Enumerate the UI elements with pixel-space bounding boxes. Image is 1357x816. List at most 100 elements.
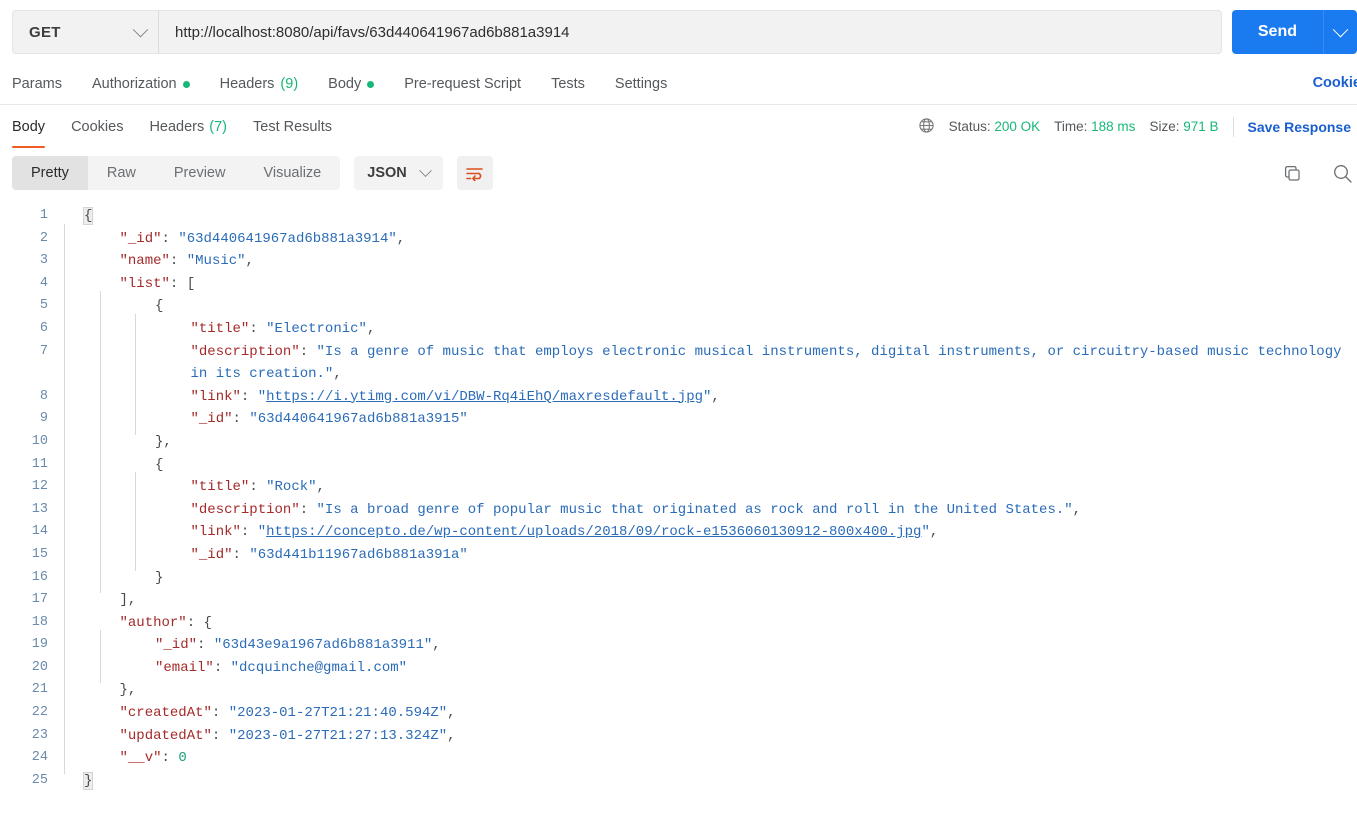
token-p: { [155, 298, 164, 315]
format-tab-preview[interactable]: Preview [155, 156, 245, 190]
save-response-button[interactable]: Save Response [1248, 119, 1352, 135]
response-tab-label: Headers [149, 118, 205, 135]
request-tab-label: Body [328, 76, 362, 92]
response-format-toolbar: Pretty Raw Preview Visualize JSON [0, 148, 1357, 198]
search-icon[interactable] [1332, 163, 1353, 184]
request-tab-headers[interactable]: Headers (9) [220, 76, 299, 92]
request-tab-settings[interactable]: Settings [615, 76, 667, 92]
response-tab-label: Body [12, 118, 46, 135]
response-tab-label: Cookies [71, 118, 124, 135]
code-line: 15 "_id": "63d441b11967ad6b881a391a" [0, 539, 1357, 571]
code-line: 25} [0, 770, 1357, 793]
line-number: 23 [31, 727, 48, 743]
request-tab-pre-request-script[interactable]: Pre-request Script [404, 76, 521, 92]
response-body-viewer[interactable]: 1{2 "_id": "63d440641967ad6b881a3914", 3 "n… [0, 198, 1357, 812]
token-p: : [161, 230, 179, 247]
format-tab-pretty[interactable]: Pretty [12, 156, 88, 190]
status-metric: Status: 200 OK [949, 119, 1041, 134]
code-line: 24 "__v": 0 [0, 743, 1357, 774]
code-tokens: "link": "https://i.ytimg.com/vi/DBW-Rq4i… [84, 386, 720, 409]
token-p: : [169, 253, 187, 270]
code-line: 23 "updatedAt": "2023-01-27T21:27:13.324Z… [0, 720, 1357, 752]
code-line: 17], [0, 585, 1357, 616]
code-tokens: "title": "Rock", [84, 476, 325, 499]
code-line-content: "link": "https://concepto.de/wp-content/… [64, 517, 1357, 548]
http-method-label: GET [29, 23, 61, 41]
code-line: 5{ [0, 291, 1357, 322]
token-s: "2023-01-27T21:21:40.594Z" [228, 705, 448, 722]
code-line-content: "updatedAt": "2023-01-27T21:27:13.324Z", [64, 720, 1357, 752]
token-p: , [396, 230, 406, 247]
response-language-select[interactable]: JSON [354, 156, 443, 190]
word-wrap-toggle[interactable] [456, 156, 493, 190]
token-k: "name" [119, 253, 170, 270]
request-tab-authorization[interactable]: Authorization [92, 76, 190, 92]
request-url-input[interactable] [158, 10, 1222, 54]
code-line: 8 "link": "https://i.ytimg.com/vi/DBW-Rq4… [0, 381, 1357, 413]
line-number: 20 [31, 659, 48, 675]
code-line-content: "name": "Music", [64, 246, 1357, 277]
code-line-content: "list": [ [64, 268, 1357, 300]
token-lnk[interactable]: https://concepto.de/wp-content/uploads/2… [266, 524, 921, 540]
line-number: 12 [31, 479, 48, 495]
token-lnk[interactable]: https://i.ytimg.com/vi/DBW-Rq4iEhQ/maxre… [266, 389, 703, 405]
time-value: 188 ms [1091, 119, 1136, 134]
status-value: 200 OK [994, 119, 1041, 134]
code-line-content: "_id": "63d440641967ad6b881a3915" [64, 404, 1357, 435]
token-k: "createdAt" [119, 705, 212, 722]
response-tab-headers[interactable]: Headers (7) [149, 105, 227, 148]
code-line: 9 "_id": "63d440641967ad6b881a3915" [0, 404, 1357, 435]
line-number: 6 [39, 320, 48, 336]
response-meta: Status: 200 OK Time: 188 ms Size: 971 B … [918, 105, 1351, 148]
code-line-content: { [64, 449, 1357, 481]
line-number: 22 [31, 705, 48, 721]
code-tokens: "_id": "63d441b11967ad6b881a391a" [84, 544, 468, 567]
code-tokens: { [82, 205, 94, 228]
size-label: Size: [1149, 119, 1180, 134]
response-tab-cookies[interactable]: Cookies [71, 105, 123, 148]
copy-icon[interactable] [1283, 164, 1302, 183]
token-k: "_id" [190, 546, 233, 563]
code-line-content: "createdAt": "2023-01-27T21:21:40.594Z", [64, 698, 1357, 729]
token-s: "63d440641967ad6b881a3915" [249, 411, 468, 428]
http-method-select[interactable]: GET [12, 10, 158, 54]
token-s: "63d441b11967ad6b881a391a" [249, 546, 468, 563]
token-k: "list" [119, 275, 170, 292]
send-button[interactable]: Send [1231, 10, 1323, 54]
token-s: "Is a broad genre of popular music that … [316, 501, 1073, 518]
code-tokens: "author": { [84, 612, 212, 635]
token-p: }, [119, 682, 137, 699]
token-k: "_id" [190, 411, 233, 428]
code-line: 2 "_id": "63d440641967ad6b881a3914", [0, 223, 1357, 255]
line-number: 11 [31, 456, 48, 472]
code-line: 1{ [0, 205, 1357, 228]
line-number: 14 [31, 524, 48, 540]
token-s: "63d440641967ad6b881a3914" [178, 230, 397, 247]
token-s: "dcquinche@gmail.com" [230, 659, 408, 676]
code-line: 16} [0, 562, 1357, 594]
send-options-button[interactable] [1323, 10, 1357, 54]
code-line-content: }, [64, 675, 1357, 707]
unsaved-dot-icon [367, 80, 375, 88]
code-line-content: } [64, 770, 1357, 793]
line-number: 4 [39, 275, 48, 291]
format-tab-visualize[interactable]: Visualize [244, 156, 340, 190]
token-k: "_id" [155, 637, 198, 654]
line-number: 8 [39, 388, 48, 404]
token-s: "Music" [186, 253, 246, 270]
cookies-link[interactable]: Cookies [1313, 75, 1357, 91]
code-line: 6 "title": "Electronic", [0, 313, 1357, 345]
code-line-content: "title": "Electronic", [64, 313, 1357, 345]
line-number: 17 [31, 592, 48, 608]
request-tab-tests[interactable]: Tests [551, 76, 585, 92]
bracket-highlight: } [82, 771, 94, 790]
code-line: 11 { [0, 449, 1357, 481]
code-line-content: "email": "dcquinche@gmail.com" [64, 652, 1357, 684]
response-tab-body[interactable]: Body [12, 105, 46, 148]
request-tab-params[interactable]: Params [12, 76, 62, 92]
token-p: : [299, 501, 317, 518]
request-tab-body[interactable]: Body [328, 76, 375, 92]
format-tab-raw[interactable]: Raw [88, 156, 155, 190]
response-tab-test-results[interactable]: Test Results [253, 105, 332, 148]
token-k: "description" [190, 343, 300, 360]
